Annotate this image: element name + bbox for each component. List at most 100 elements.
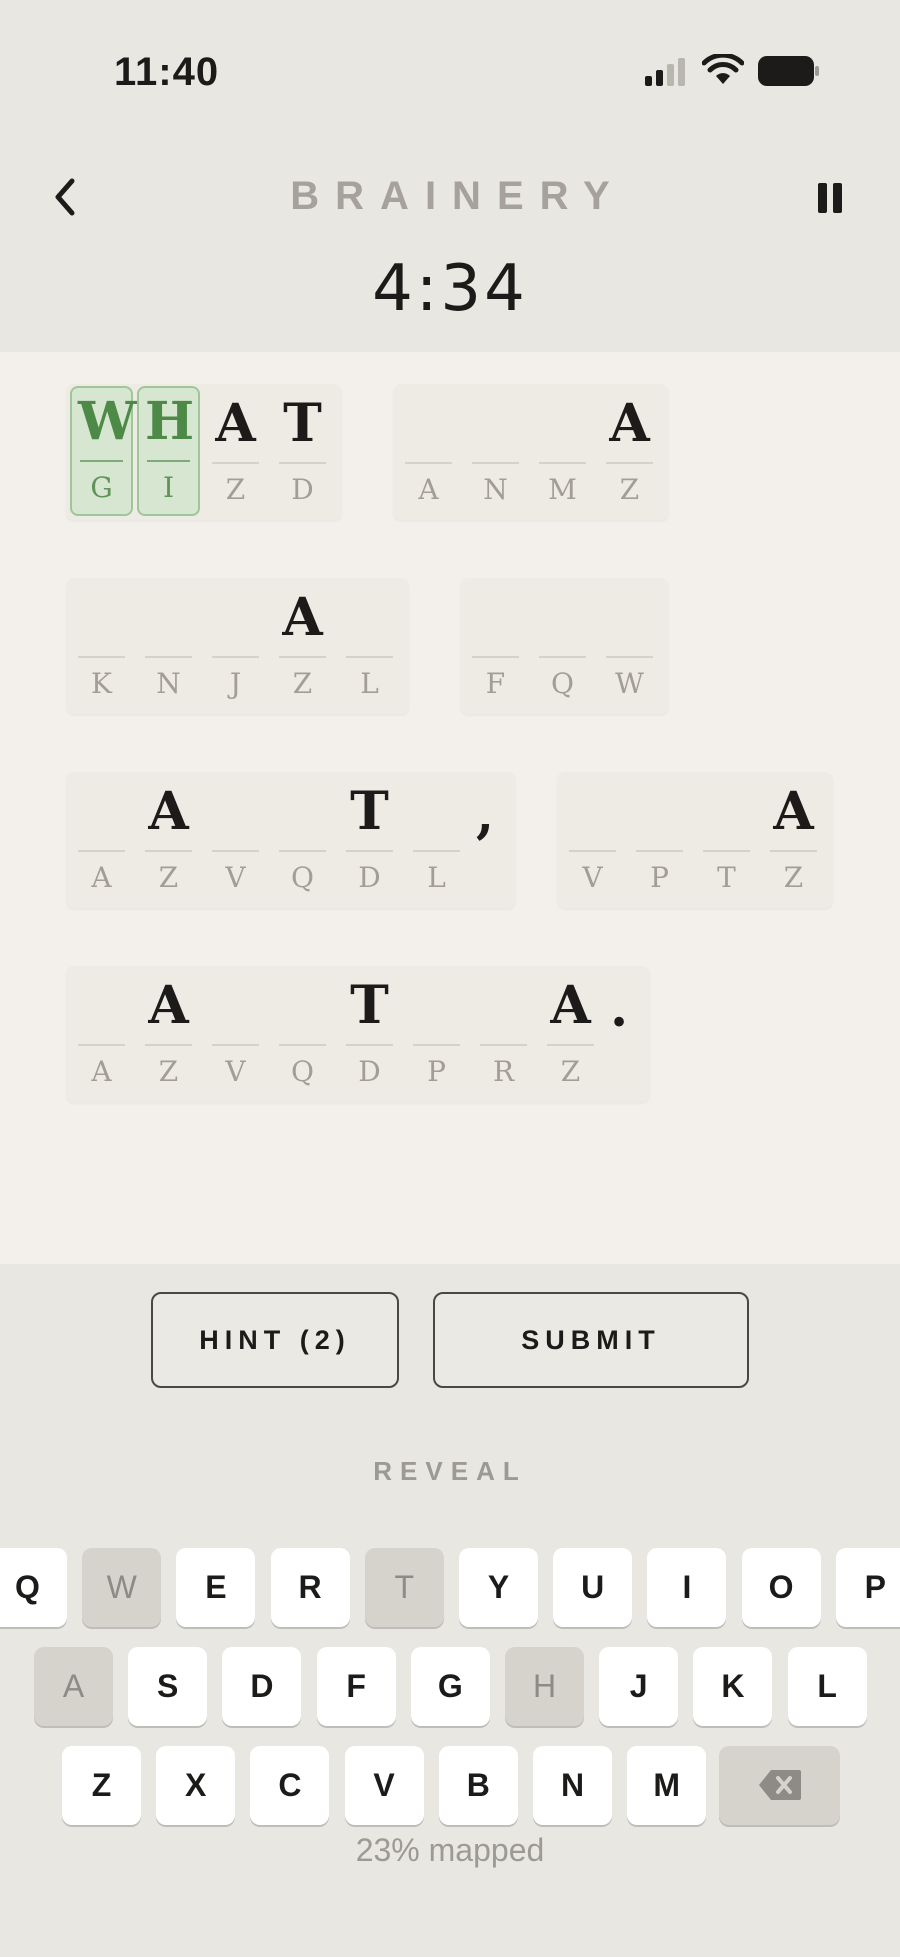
letter-cell[interactable]: AZ: [271, 578, 334, 714]
plain-letter: [143, 586, 194, 646]
key-k[interactable]: K: [693, 1647, 773, 1726]
key-c[interactable]: C: [250, 1746, 330, 1825]
plain-letter: [344, 586, 395, 646]
cipher-letter: V: [225, 861, 246, 894]
key-m[interactable]: M: [627, 1746, 707, 1825]
letter-cell[interactable]: N: [464, 384, 527, 520]
cipher-letter: Z: [783, 861, 804, 894]
letter-cell[interactable]: F: [464, 578, 527, 714]
letter-cell[interactable]: AZ: [137, 966, 200, 1102]
letter-cell[interactable]: TD: [271, 384, 334, 520]
letter-cell[interactable]: Q: [531, 578, 594, 714]
letter-cell[interactable]: K: [70, 578, 133, 714]
plain-letter: [537, 392, 588, 452]
letter-cell[interactable]: Q: [271, 772, 334, 908]
plain-letter: [478, 974, 529, 1034]
key-q[interactable]: Q: [0, 1548, 67, 1627]
letter-cell[interactable]: L: [405, 772, 468, 908]
letter-cell[interactable]: T: [695, 772, 758, 908]
letter-cell[interactable]: AZ: [539, 966, 602, 1102]
cipher-letter: D: [358, 861, 381, 894]
key-r[interactable]: R: [270, 1548, 350, 1627]
letter-cell[interactable]: TD: [338, 966, 401, 1102]
key-g[interactable]: G: [410, 1647, 490, 1726]
cipher-letter: Q: [291, 861, 314, 894]
key-o[interactable]: O: [741, 1548, 821, 1627]
letter-cell-solved[interactable]: WG: [70, 386, 136, 516]
letter-underline: [413, 850, 460, 852]
key-l[interactable]: L: [787, 1647, 867, 1726]
hint-button[interactable]: HINT (2): [151, 1292, 399, 1388]
letter-cell[interactable]: AZ: [598, 384, 661, 520]
key-b[interactable]: B: [438, 1746, 518, 1825]
letter-cell[interactable]: AZ: [137, 772, 200, 908]
letter-underline: [212, 462, 259, 464]
pause-icon[interactable]: [818, 183, 844, 213]
letter-underline: [346, 656, 393, 658]
letter-cell[interactable]: J: [204, 578, 267, 714]
key-j[interactable]: J: [599, 1647, 679, 1726]
cipher-letter: Z: [158, 1055, 179, 1088]
key-i[interactable]: I: [647, 1548, 727, 1627]
cipher-letter: T: [717, 861, 736, 894]
letter-cell[interactable]: A: [70, 966, 133, 1102]
letter-underline: [145, 656, 192, 658]
key-t[interactable]: T: [364, 1548, 444, 1627]
letter-cell[interactable]: A: [70, 772, 133, 908]
letter-cell[interactable]: M: [531, 384, 594, 520]
plain-letter: [701, 780, 752, 840]
key-p[interactable]: P: [835, 1548, 900, 1627]
letter-cell[interactable]: N: [137, 578, 200, 714]
letter-cell[interactable]: V: [204, 772, 267, 908]
cipher-letter: P: [427, 1055, 446, 1088]
letter-cell[interactable]: W: [598, 578, 661, 714]
letter-cell[interactable]: R: [472, 966, 535, 1102]
key-y[interactable]: Y: [459, 1548, 538, 1627]
cipher-letter: M: [548, 473, 577, 506]
letter-cell[interactable]: V: [204, 966, 267, 1102]
letter-underline: [279, 1044, 326, 1046]
letter-underline: [472, 462, 519, 464]
letter-underline: [212, 850, 259, 852]
key-x[interactable]: X: [156, 1746, 236, 1825]
letter-cell[interactable]: P: [628, 772, 691, 908]
key-a[interactable]: A: [34, 1647, 113, 1726]
key-v[interactable]: V: [344, 1746, 424, 1825]
cellular-signal-icon: [645, 58, 685, 86]
key-s[interactable]: S: [128, 1647, 208, 1726]
key-u[interactable]: U: [553, 1548, 633, 1627]
key-f[interactable]: F: [316, 1647, 396, 1726]
letter-cell[interactable]: P: [405, 966, 468, 1102]
letter-cell[interactable]: AZ: [204, 384, 267, 520]
backspace-key[interactable]: [719, 1746, 840, 1825]
cipher-letter: N: [483, 473, 508, 506]
letter-cell[interactable]: V: [561, 772, 624, 908]
reveal-link[interactable]: REVEAL: [0, 1456, 900, 1487]
letter-cell[interactable]: L: [338, 578, 401, 714]
plain-letter: [411, 780, 462, 840]
plain-letter: A: [148, 781, 189, 842]
submit-button[interactable]: SUBMIT: [433, 1292, 749, 1388]
cipher-letter: Z: [225, 473, 246, 506]
key-e[interactable]: E: [176, 1548, 256, 1627]
letter-cell[interactable]: AZ: [762, 772, 825, 908]
cipher-letter: D: [358, 1055, 381, 1088]
letter-cell[interactable]: TD: [338, 772, 401, 908]
cipher-letter: L: [360, 667, 379, 700]
cipher-letter: A: [418, 473, 439, 506]
key-h[interactable]: H: [505, 1647, 584, 1726]
letter-underline: [346, 1044, 393, 1046]
cipher-letter: Z: [560, 1055, 581, 1088]
letter-cell[interactable]: Q: [271, 966, 334, 1102]
cipher-letter: A: [91, 1055, 112, 1088]
key-w[interactable]: W: [82, 1548, 162, 1627]
key-d[interactable]: D: [222, 1647, 302, 1726]
key-n[interactable]: N: [533, 1746, 612, 1825]
plain-letter: [403, 392, 454, 452]
letter-cell[interactable]: A: [397, 384, 460, 520]
key-z[interactable]: Z: [62, 1746, 141, 1825]
letter-underline: [606, 462, 653, 464]
plain-letter: T: [283, 393, 322, 454]
letter-cell-solved[interactable]: HI: [137, 386, 200, 516]
cipher-letter: I: [162, 471, 175, 504]
